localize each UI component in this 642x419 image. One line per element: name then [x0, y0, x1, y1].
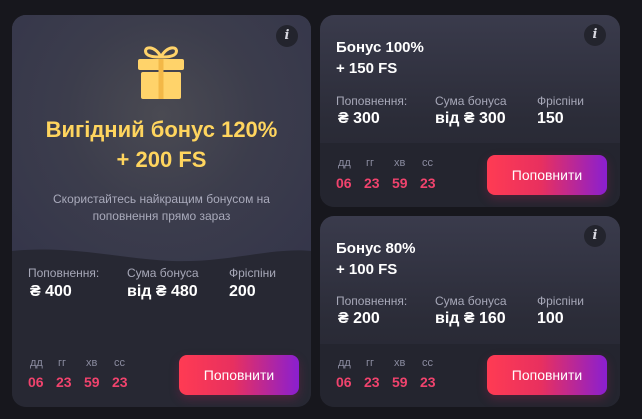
freespins-label: Фріспіни [229, 266, 276, 280]
deposit-button[interactable]: Поповнити [487, 155, 607, 195]
bonus-100-card: i Бонус 100% + 150 FS Поповнення: ₴ 300 … [320, 15, 620, 207]
timer-minutes-label: хв [86, 357, 98, 369]
timer-days: 06 [28, 374, 44, 390]
bonus-80-card: i Бонус 80% + 100 FS Поповнення: ₴ 200 С… [320, 216, 620, 407]
timer-hours: 23 [364, 374, 380, 390]
freespins-label: Фріспіни [537, 294, 584, 308]
timer-seconds: 23 [112, 374, 128, 390]
bonus-amount-label: Сума бонуса [127, 266, 199, 280]
timer-days-label: дд [30, 357, 43, 369]
deposit-value: ₴ 400 [30, 283, 72, 300]
bonus-amount-label: Сума бонуса [435, 294, 507, 308]
deposit-value: ₴ 200 [338, 310, 380, 327]
info-icon[interactable]: i [276, 25, 298, 47]
deposit-label: Поповнення: [336, 294, 408, 308]
deposit-value: ₴ 300 [338, 110, 380, 127]
bonus-100-title-line2: + 150 FS [336, 60, 398, 77]
info-icon[interactable]: i [584, 24, 606, 46]
freespins-value: 100 [537, 310, 564, 327]
timer-hours: 23 [364, 175, 380, 191]
deposit-button[interactable]: Поповнити [179, 355, 299, 395]
main-bonus-title-line2: + 200 FS [116, 147, 207, 172]
bonus-80-title: Бонус 80% + 100 FS [336, 238, 416, 280]
timer-seconds-label: сс [422, 357, 433, 369]
freespins-value: 200 [229, 283, 256, 300]
timer-seconds-label: сс [422, 157, 433, 169]
timer-hours-label: гг [366, 357, 375, 369]
main-bonus-description: Скористайтесь найкращим бонусом на попов… [53, 192, 270, 223]
timer-seconds: 23 [420, 175, 436, 191]
main-bonus-title-line1: Вигідний бонус 120% [45, 117, 278, 142]
bonus-amount-value: від ₴ 300 [435, 110, 506, 127]
deposit-label: Поповнення: [28, 266, 100, 280]
timer-hours-label: гг [58, 357, 67, 369]
timer-minutes: 59 [84, 374, 100, 390]
deposit-label: Поповнення: [336, 94, 408, 108]
bonus-80-title-line1: Бонус 80% [336, 240, 416, 257]
timer-minutes: 59 [392, 374, 408, 390]
deposit-button[interactable]: Поповнити [487, 355, 607, 395]
freespins-label: Фріспіни [537, 94, 584, 108]
timer-days: 06 [336, 374, 352, 390]
bonus-amount-value: від ₴ 480 [127, 283, 198, 300]
info-icon[interactable]: i [584, 225, 606, 247]
timer-days-label: дд [338, 157, 351, 169]
timer-minutes: 59 [392, 175, 408, 191]
freespins-value: 150 [537, 110, 564, 127]
main-bonus-title: Вигідний бонус 120% + 200 FS [12, 115, 311, 175]
timer-days-label: дд [338, 357, 351, 369]
bonus-amount-value: від ₴ 160 [435, 310, 506, 327]
bonus-80-title-line2: + 100 FS [336, 261, 398, 278]
timer-minutes-label: хв [394, 157, 406, 169]
bonus-100-title-line1: Бонус 100% [336, 39, 424, 56]
timer-hours: 23 [56, 374, 72, 390]
bonus-amount-label: Сума бонуса [435, 94, 507, 108]
main-bonus-card: i Вигідний бонус 120% + 200 FS Скористай… [12, 15, 311, 407]
timer-days: 06 [336, 175, 352, 191]
timer-seconds: 23 [420, 374, 436, 390]
gift-icon [138, 46, 184, 99]
timer-seconds-label: сс [114, 357, 125, 369]
timer-hours-label: гг [366, 157, 375, 169]
timer-minutes-label: хв [394, 357, 406, 369]
bonus-100-title: Бонус 100% + 150 FS [336, 37, 424, 79]
